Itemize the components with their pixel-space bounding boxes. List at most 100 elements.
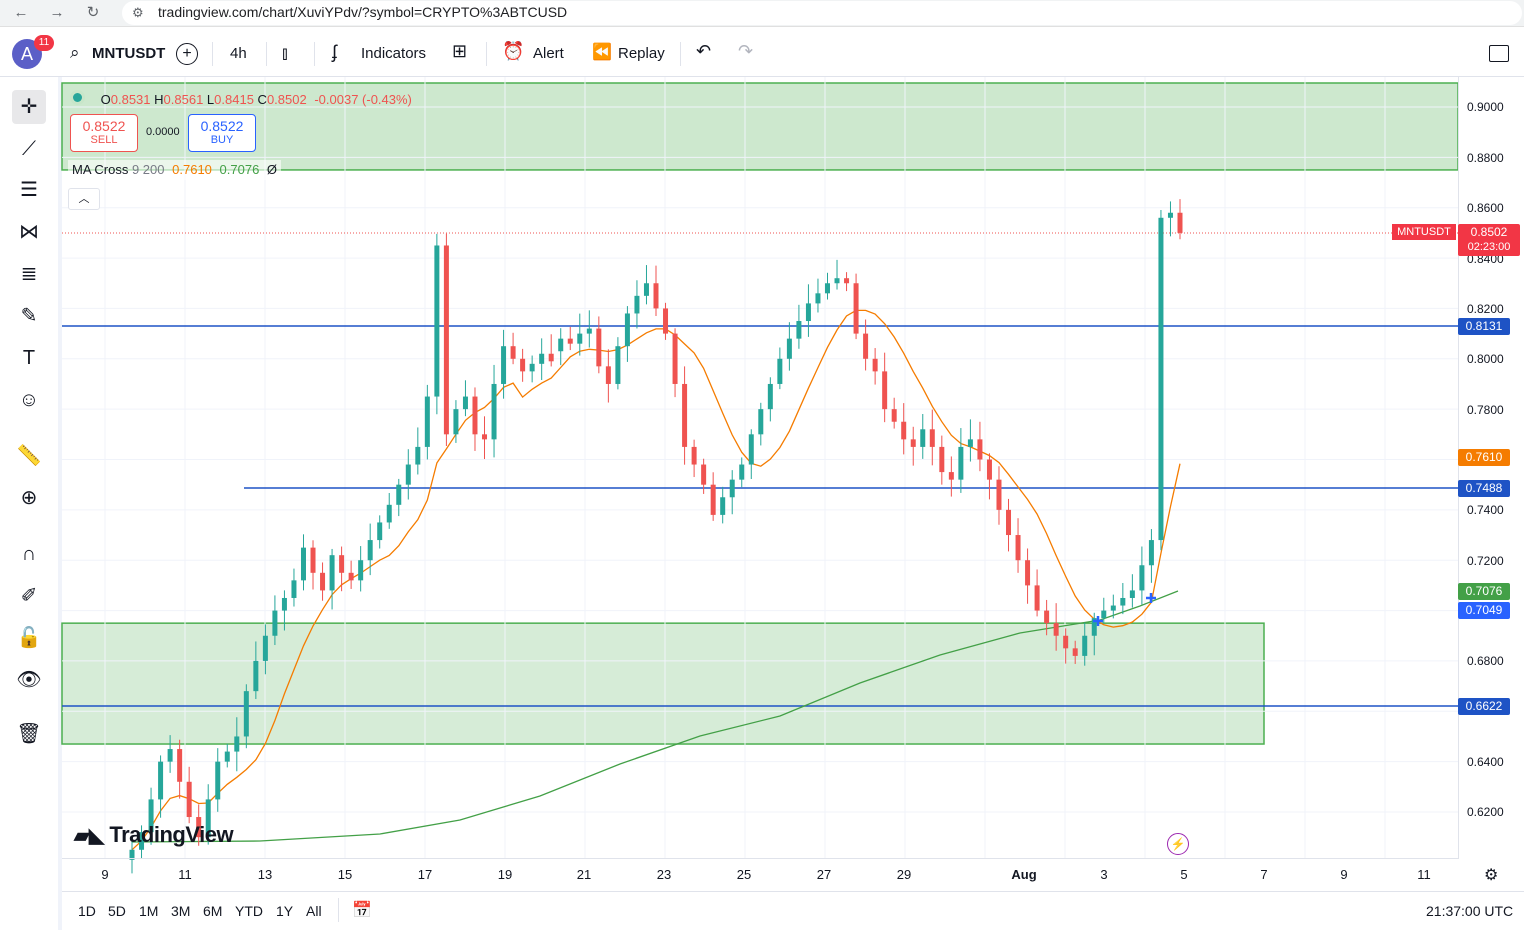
candle-body — [215, 761, 221, 800]
sell-label: SELL — [90, 134, 118, 146]
candle-body — [653, 283, 659, 309]
candle-body — [977, 439, 983, 460]
candle-body — [996, 479, 1002, 510]
time-tick: 29 — [896, 867, 912, 882]
candle-body — [872, 358, 878, 372]
candle-body — [596, 328, 602, 367]
ma-slow-value: 0.7076 — [219, 162, 260, 177]
ma-fast-value: 0.7610 — [172, 162, 212, 177]
last-price-label: 0.8502 02:23:00 — [1458, 224, 1520, 256]
buy-price: 0.8522 — [200, 118, 244, 134]
candle-body — [1177, 212, 1183, 233]
market-status-icon — [70, 90, 85, 105]
price-tick: 0.6200 — [1467, 805, 1504, 819]
range-1y[interactable]: 1Y — [276, 903, 293, 919]
tradingview-logo: ▰◣ TradingView — [74, 822, 234, 848]
price-tick: 0.7800 — [1467, 403, 1504, 417]
bar-countdown: 02:23:00 — [1467, 241, 1511, 253]
candle-body — [586, 328, 592, 334]
candle-body — [443, 245, 449, 435]
candle-body — [1139, 565, 1145, 591]
candle-body — [939, 446, 945, 473]
utc-clock[interactable]: 21:37:00 UTC — [1426, 903, 1513, 919]
candle-body — [1053, 623, 1059, 636]
candle-body — [786, 338, 792, 359]
candle-body — [1006, 509, 1012, 536]
price-tick: 0.7400 — [1467, 503, 1504, 517]
ma-extra-value: Ø — [266, 162, 278, 177]
candle-body — [348, 572, 354, 581]
price-tick: 0.8600 — [1467, 201, 1504, 215]
candle-body — [1044, 610, 1050, 624]
sell-button[interactable]: 0.8522 SELL — [70, 114, 138, 152]
candle-body — [501, 346, 507, 384]
flash-event-icon[interactable]: ⚡ — [1167, 833, 1189, 855]
candle-body — [882, 371, 888, 410]
candle-body — [891, 409, 897, 422]
candle-body — [529, 363, 535, 372]
last-price: 0.8502 — [1470, 225, 1508, 239]
candle-body — [1034, 585, 1040, 611]
candle-body — [815, 293, 821, 304]
calendar-goto-icon[interactable]: 📅 — [352, 900, 372, 920]
candle-body — [186, 781, 192, 818]
price-tick: 0.6400 — [1467, 755, 1504, 769]
close-label: C — [257, 92, 267, 107]
symbol-price-tag: MNTUSDT — [1392, 224, 1456, 240]
ma-fast-line — [131, 309, 1181, 851]
candle-body — [253, 660, 259, 692]
ma-name: MA Cross — [72, 162, 129, 177]
candle-body — [1129, 590, 1135, 598]
candle-body — [929, 429, 935, 447]
buy-button[interactable]: 0.8522 BUY — [188, 114, 256, 152]
candle-body — [558, 338, 564, 352]
range-3m[interactable]: 3M — [171, 903, 190, 919]
candle-body — [1072, 648, 1078, 656]
candle-body — [320, 572, 326, 591]
candle-body — [720, 497, 726, 515]
settings-gear-icon[interactable]: ⚙ — [1484, 865, 1498, 885]
candle-body — [548, 353, 554, 362]
candle-body — [967, 439, 973, 447]
candle-body — [824, 283, 830, 294]
time-tick: 15 — [337, 867, 353, 882]
price-tick: 0.8800 — [1467, 151, 1504, 165]
open-value: 0.8531 — [110, 92, 151, 107]
range-1d[interactable]: 1D — [78, 903, 96, 919]
logo-text: TradingView — [109, 822, 234, 847]
spread-value: 0.0000 — [146, 126, 180, 138]
ma-slow-label: 0.7076 — [1458, 583, 1510, 600]
time-tick: 23 — [656, 867, 672, 882]
candle-body — [281, 597, 287, 611]
ma-cross-legend[interactable]: MA Cross 9 200 0.7610 0.7076 Ø — [68, 160, 282, 180]
time-tick: 11 — [178, 867, 192, 882]
time-tick: 9 — [1340, 867, 1348, 882]
candle-body — [367, 540, 373, 561]
candle-body — [482, 434, 488, 440]
price-tick: 0.8000 — [1467, 352, 1504, 366]
candle-body — [958, 446, 964, 480]
time-tick: Aug — [1011, 867, 1037, 882]
candle-body — [1158, 217, 1164, 541]
candle-body — [329, 555, 335, 591]
candle-body — [701, 464, 707, 485]
candle-body — [796, 321, 802, 339]
range-ytd[interactable]: YTD — [235, 903, 263, 919]
candle-body — [377, 522, 383, 541]
candle-body — [739, 464, 745, 480]
candle-body — [1148, 540, 1154, 566]
collapse-legend-icon[interactable]: ︿ — [68, 188, 100, 210]
range-1m[interactable]: 1M — [139, 903, 158, 919]
candle-body — [415, 446, 421, 465]
time-tick: 7 — [1260, 867, 1268, 882]
range-5d[interactable]: 5D — [108, 903, 126, 919]
candle-body — [1110, 605, 1116, 611]
candle-body — [177, 749, 183, 782]
candle-body — [605, 366, 611, 384]
time-tick: 27 — [816, 867, 832, 882]
range-all[interactable]: All — [306, 903, 322, 919]
range-6m[interactable]: 6M — [203, 903, 222, 919]
time-tick: 13 — [257, 867, 273, 882]
time-tick: 19 — [497, 867, 513, 882]
cross-label: 0.7049 — [1458, 602, 1510, 619]
